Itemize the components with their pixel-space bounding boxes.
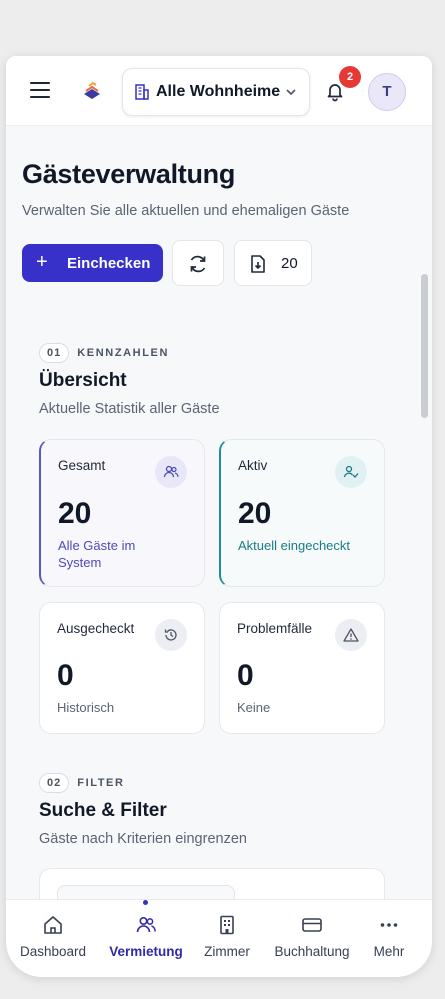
nav-item-zimmer[interactable]: Zimmer [192, 900, 262, 977]
filter-section-tag: 02 FILTER [39, 773, 125, 793]
stat-note: Keine [237, 700, 271, 715]
warning-icon [335, 619, 367, 651]
stat-card-checked-out[interactable]: Ausgecheckt 0 Historisch [39, 602, 205, 734]
stat-card-total[interactable]: Gesamt 20 Alle Gäste im System [39, 439, 205, 587]
nav-item-buchhaltung[interactable]: Buchhaltung [267, 900, 357, 977]
property-select[interactable]: Alle Wohnheime [122, 68, 310, 116]
checkin-button-label: Einchecken [67, 255, 151, 272]
history-icon [155, 619, 187, 651]
building-icon [135, 84, 149, 100]
overview-section-tag: 01 KENNZAHLEN [39, 343, 169, 363]
bottom-nav: Dashboard Vermietung Zimmer Buchhaltung … [6, 899, 432, 977]
file-download-icon [251, 255, 265, 273]
stat-value: 20 [58, 497, 92, 530]
section-number: 02 [39, 773, 70, 793]
stat-label: Ausgecheckt [57, 621, 135, 636]
overview-subtitle: Aktuelle Statistik aller Gäste [39, 401, 220, 417]
checkin-button[interactable]: + Einchecken [22, 244, 163, 282]
menu-icon[interactable] [30, 82, 50, 98]
stat-card-active[interactable]: Aktiv 20 Aktuell eingecheckt [219, 439, 385, 587]
section-number: 01 [39, 343, 70, 363]
stat-value: 0 [57, 659, 74, 692]
refresh-icon [190, 255, 206, 273]
page-subtitle: Verwalten Sie alle aktuellen und ehemali… [22, 203, 350, 219]
notification-badge: 2 [339, 66, 361, 88]
users-icon [155, 456, 187, 488]
section-tag-label: KENNZAHLEN [77, 347, 170, 359]
user-check-icon [335, 456, 367, 488]
users-icon [136, 916, 156, 933]
section-tag-label: FILTER [77, 777, 125, 789]
stat-label: Aktiv [238, 458, 268, 473]
nav-label: Dashboard [19, 944, 87, 959]
refresh-button[interactable] [172, 240, 224, 286]
top-bar: Alle Wohnheime 2 T [6, 56, 432, 126]
nav-item-vermietung[interactable]: Vermietung [100, 900, 192, 977]
nav-label: Buchhaltung [274, 944, 350, 959]
app-frame: Alle Wohnheime 2 T Gästeverwaltung Verwa… [6, 56, 432, 977]
plus-icon: + [36, 251, 48, 273]
page-title: Gästeverwaltung [22, 159, 236, 189]
scrollbar[interactable] [421, 274, 428, 418]
chevron-down-icon [286, 89, 296, 96]
card-icon [302, 918, 322, 932]
building-icon [220, 915, 234, 935]
filter-subtitle: Gäste nach Kriterien eingrenzen [39, 831, 247, 847]
stat-value: 20 [238, 497, 272, 530]
export-button[interactable]: 20 [234, 240, 312, 286]
nav-item-dashboard[interactable]: Dashboard [12, 900, 94, 977]
nav-label: Zimmer [204, 944, 250, 959]
avatar[interactable]: T [368, 73, 406, 111]
filter-title: Suche & Filter [39, 800, 167, 821]
nav-label: Vermietung [109, 944, 183, 959]
stat-value: 0 [237, 659, 254, 692]
nav-label: Mehr [373, 944, 405, 959]
home-icon [44, 916, 62, 934]
export-count: 20 [281, 255, 298, 272]
app-logo-icon[interactable] [80, 80, 104, 104]
overview-title: Übersicht [39, 370, 127, 391]
stat-label: Gesamt [58, 458, 106, 473]
nav-item-mehr[interactable]: Mehr [362, 900, 416, 977]
stat-note: Alle Gäste im System [58, 538, 136, 570]
stat-card-problems[interactable]: Problemfälle 0 Keine [219, 602, 385, 734]
property-select-label: Alle Wohnheime [156, 83, 281, 100]
stat-note: Historisch [57, 700, 115, 715]
more-icon [380, 923, 398, 927]
stat-label: Problemfälle [237, 621, 313, 636]
stat-note: Aktuell eingecheckt [238, 538, 351, 553]
